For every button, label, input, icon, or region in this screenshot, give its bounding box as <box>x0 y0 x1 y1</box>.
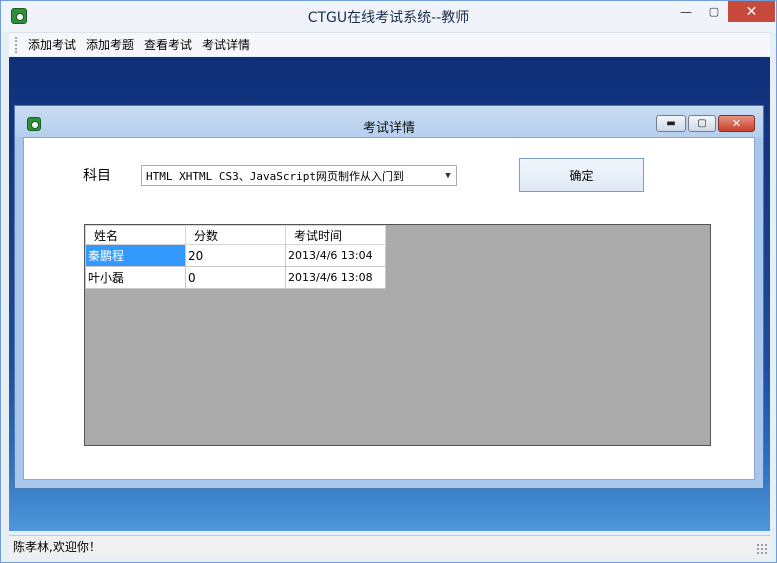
table-row[interactable]: 秦鹏程 20 2013/4/6 13:04 <box>85 244 386 267</box>
menubar-grip <box>15 36 18 53</box>
column-header-exam-time[interactable]: 考试时间 <box>285 225 386 245</box>
status-text: 陈孝林,欢迎你！ <box>13 540 101 554</box>
subject-label: 科目 <box>83 168 111 184</box>
exam-details-window: 考试详情 ▬ ▢ ✕ 科目 HTML XHTML CS3、JavaScript网… <box>14 105 764 489</box>
table-row[interactable]: 叶小磊 0 2013/4/6 13:08 <box>85 266 386 289</box>
close-button[interactable]: ✕ <box>728 1 775 22</box>
menu-item-view-exam[interactable]: 查看考试 <box>139 36 197 53</box>
column-header-name[interactable]: 姓名 <box>85 225 186 245</box>
results-table: 姓名 分数 考试时间 秦鹏程 20 2013/4/6 13:04 叶小磊 0 2… <box>85 225 386 289</box>
menu-item-add-exam[interactable]: 添加考试 <box>23 36 81 53</box>
main-window: CTGU在线考试系统--教师 — ▢ ✕ 添加考试 添加考题 查看考试 考试详情… <box>0 0 777 563</box>
maximize-button[interactable]: ▢ <box>700 1 728 22</box>
child-client-area: 科目 HTML XHTML CS3、JavaScript网页制作从入门到 ▼ 确… <box>23 137 755 480</box>
confirm-button[interactable]: 确定 <box>519 158 644 192</box>
cell-score[interactable]: 0 <box>185 266 286 289</box>
column-header-score[interactable]: 分数 <box>185 225 286 245</box>
resize-grip-icon[interactable] <box>756 543 768 555</box>
child-close-button[interactable]: ✕ <box>718 115 755 132</box>
results-grid[interactable]: 姓名 分数 考试时间 秦鹏程 20 2013/4/6 13:04 叶小磊 0 2… <box>84 224 711 446</box>
child-window-title: 考试详情 <box>362 121 415 136</box>
main-titlebar[interactable]: CTGU在线考试系统--教师 — ▢ ✕ <box>1 1 776 32</box>
menubar: 添加考试 添加考题 查看考试 考试详情 <box>9 32 770 56</box>
cell-name[interactable]: 秦鹏程 <box>85 244 186 267</box>
statusbar: 陈孝林,欢迎你！ <box>9 535 770 557</box>
child-titlebar[interactable]: 考试详情 ▬ ▢ ✕ <box>15 106 763 137</box>
cell-name[interactable]: 叶小磊 <box>85 266 186 289</box>
chevron-down-icon[interactable]: ▼ <box>440 166 456 185</box>
subject-selected-value: HTML XHTML CS3、JavaScript网页制作从入门到 <box>146 169 404 183</box>
minimize-button[interactable]: — <box>672 1 700 22</box>
menu-item-exam-details[interactable]: 考试详情 <box>197 36 255 53</box>
child-restore-button[interactable]: ▢ <box>688 115 716 132</box>
menu-item-add-question[interactable]: 添加考题 <box>81 36 139 53</box>
cell-exam-time[interactable]: 2013/4/6 13:08 <box>285 266 386 289</box>
child-minimize-button[interactable]: ▬ <box>656 115 686 132</box>
cell-score[interactable]: 20 <box>185 244 286 267</box>
cell-exam-time[interactable]: 2013/4/6 13:04 <box>285 244 386 267</box>
subject-dropdown[interactable]: HTML XHTML CS3、JavaScript网页制作从入门到 ▼ <box>141 165 457 186</box>
window-title: CTGU在线考试系统--教师 <box>307 10 470 26</box>
